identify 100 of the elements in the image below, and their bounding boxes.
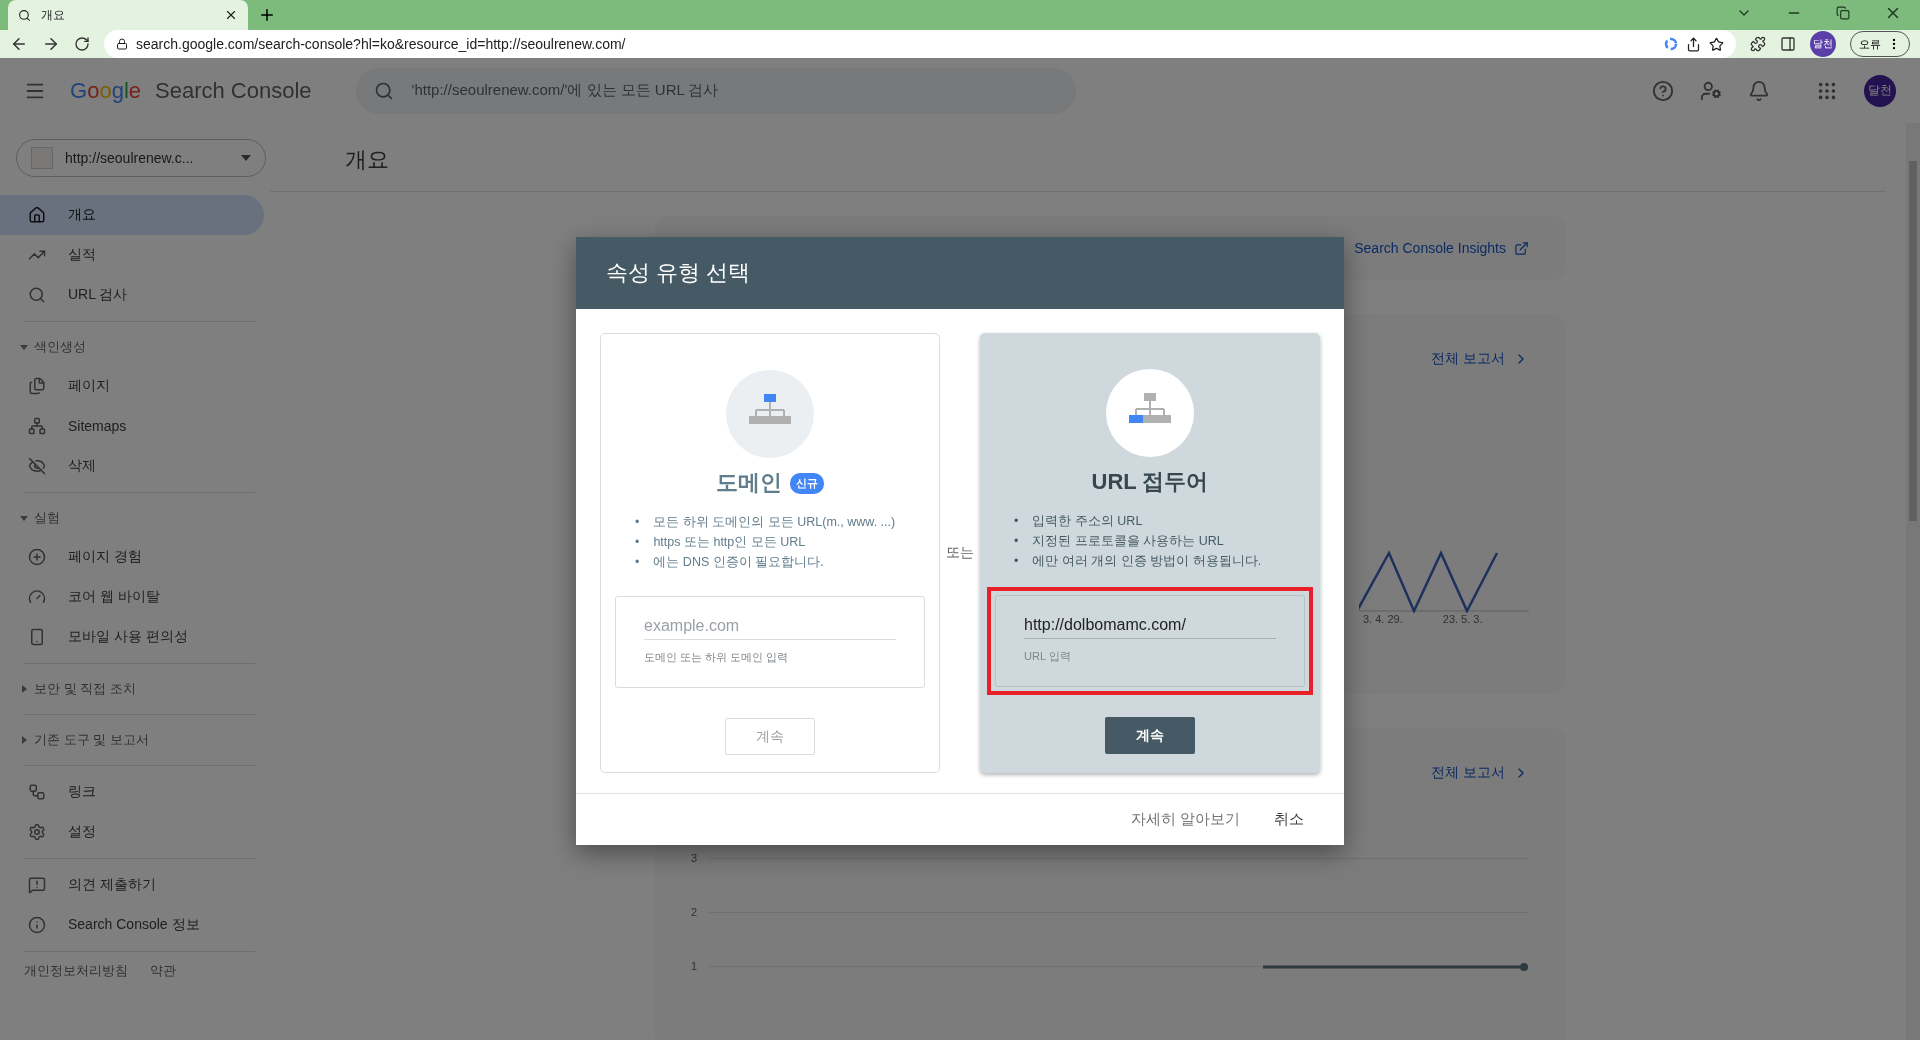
nav-item[interactable]: 코어 웹 바이탈 (0, 577, 264, 617)
reload-icon[interactable] (74, 36, 90, 52)
bullet-mark: • (1014, 533, 1019, 550)
search-icon (373, 80, 394, 101)
nav-icon (28, 823, 46, 841)
profile-avatar[interactable]: 달천 (1810, 31, 1836, 57)
product-name: Search Console (155, 77, 312, 104)
new-badge: 신규 (790, 472, 824, 494)
help-icon[interactable] (1652, 79, 1674, 102)
nav-icon (28, 377, 46, 395)
separator-text: 또는 (945, 544, 975, 562)
nav-item[interactable]: 실적 (0, 235, 264, 275)
option-bullet: 지정된 프로토콜을 사용하는 URL (1032, 533, 1224, 550)
axis-label: 2 (691, 906, 698, 918)
insights-link[interactable]: Search Console Insights (1354, 240, 1529, 256)
nav-icon (28, 457, 46, 475)
bookmark-star-icon[interactable] (1709, 36, 1724, 52)
back-icon[interactable] (10, 35, 28, 53)
option-title: URL 접두어 (1091, 468, 1209, 496)
property-option-card[interactable]: URL 접두어 • 입력한 주소의 URL • 지정된 프로토콜을 사용하는 URL • 에만 여러 개의 인증 방법이 허용됩니다. http://dolbomamc.com/ URL 입력 계속 (980, 333, 1320, 773)
nav-item[interactable]: 페이지 (0, 366, 264, 406)
axis-label: 23. 5. 3. (1442, 613, 1483, 625)
user-settings-icon[interactable] (1700, 79, 1722, 102)
profile-error-button[interactable]: 오류 (1850, 31, 1910, 57)
logo-text: Google (70, 77, 141, 104)
sitemap-icon (726, 370, 814, 458)
nav-icon (28, 628, 46, 646)
nav-item[interactable]: Search Console 정보 (0, 905, 264, 945)
axis-label: 1 (691, 960, 698, 972)
nav-icon (28, 286, 46, 304)
option-bullet: 모든 하위 도메인의 모든 URL(m., www. ...) (653, 514, 896, 531)
new-tab-icon[interactable] (258, 6, 276, 24)
nav-icon (28, 588, 46, 606)
search-field[interactable]: 'http://seoulrenew.com/'에 있는 모든 URL 검사 (355, 67, 1076, 114)
caret-icon (20, 343, 28, 351)
input-field[interactable]: http://dolbomamc.com/ (1024, 616, 1276, 639)
address-bar[interactable]: search.google.com/search-console?hl=ko&resource_id=http://seoulrenew.com/ (104, 30, 1736, 58)
section-heading[interactable]: 실험 (0, 499, 270, 537)
axis-label: 3. 4. 29. (1363, 613, 1403, 625)
sitemap-icon (1106, 369, 1194, 457)
bullet-mark: • (1014, 513, 1019, 530)
footer-link[interactable]: 개인정보처리방침 (24, 962, 128, 980)
nav-item[interactable]: 개요 (0, 195, 264, 235)
close-icon[interactable] (224, 8, 238, 22)
footer-link[interactable]: 약관 (150, 962, 176, 980)
side-panel-icon[interactable] (1780, 36, 1796, 52)
caret-icon (20, 736, 28, 744)
cancel-button[interactable]: 취소 (1274, 806, 1304, 833)
share-icon[interactable] (1686, 36, 1701, 52)
nav-item[interactable]: 설정 (0, 812, 264, 852)
nav-item[interactable]: 삭제 (0, 446, 264, 486)
section-heading[interactable]: 보안 및 직접 조치 (0, 670, 270, 708)
scrollbar-thumb[interactable] (1909, 161, 1917, 521)
section-heading[interactable]: 색인생성 (0, 328, 270, 366)
restore-icon[interactable] (1836, 6, 1850, 20)
helper-text: 도메인 또는 하위 도메인 입력 (644, 650, 790, 665)
nav-icon (28, 206, 46, 224)
bullet-mark: • (635, 514, 640, 531)
nav-icon (28, 783, 46, 801)
full-report-link[interactable]: 전체 보고서 (1431, 350, 1529, 368)
caret-icon (20, 685, 28, 693)
bullet-mark: • (635, 534, 640, 551)
nav-item[interactable]: 링크 (0, 772, 264, 812)
tab-favicon-icon (18, 8, 31, 22)
forward-icon[interactable] (42, 35, 60, 53)
nav-item[interactable]: URL 검사 (0, 275, 264, 315)
section-heading[interactable]: 기존 도구 및 보고서 (0, 721, 270, 759)
option-bullet: 에는 DNS 인증이 필요합니다. (653, 554, 824, 571)
browser-tab[interactable]: 개요 (8, 0, 248, 30)
learn-more-button[interactable]: 자세히 알아보기 (1130, 806, 1240, 833)
nav-icon (28, 916, 46, 934)
caret-icon (20, 514, 28, 522)
input-field[interactable]: example.com (644, 617, 896, 640)
property-option-card[interactable]: 도메인 신규 • 모든 하위 도메인의 모든 URL(m., www. ...) • https 또는 http인 모든 URL • 에는 DNS 인증이 필요합니다. example.com 도메인 또는 하위 도메인 입력 계속 (600, 333, 940, 773)
external-link-icon (1514, 240, 1529, 256)
option-bullet: https 또는 http인 모든 URL (653, 534, 806, 551)
axis-label: 3 (691, 852, 698, 864)
nav-item[interactable]: 의견 제출하기 (0, 865, 264, 905)
bullet-mark: • (1014, 553, 1019, 570)
bell-icon[interactable] (1748, 79, 1770, 102)
site-favicon-icon (31, 147, 53, 169)
bullet-mark: • (635, 554, 640, 571)
property-selector[interactable]: http://seoulrenew.c... (16, 139, 266, 177)
full-report-link[interactable]: 전체 보고서 (1431, 764, 1529, 782)
extensions-icon[interactable] (1750, 36, 1766, 52)
nav-item[interactable]: Sitemaps (0, 406, 264, 446)
lock-icon (116, 38, 128, 50)
option-title: 도메인 (716, 469, 782, 497)
nav-item[interactable]: 모바일 사용 편의성 (0, 617, 264, 657)
dialog-title: 속성 유형 선택 (576, 237, 1344, 309)
dropdown-caret-icon (241, 155, 251, 161)
nav-icon (28, 876, 46, 894)
option-bullet: 입력한 주소의 URL (1032, 513, 1143, 530)
nav-item[interactable]: 페이지 경험 (0, 537, 264, 577)
nav-icon (28, 548, 46, 566)
option-bullet: 에만 여러 개의 인증 방법이 허용됩니다. (1032, 553, 1262, 570)
user-avatar[interactable]: 달천 (1864, 74, 1896, 107)
nav-icon (28, 417, 46, 435)
helper-text: URL 입력 (1024, 649, 1072, 664)
continue-button[interactable]: 계속 (1105, 717, 1195, 754)
